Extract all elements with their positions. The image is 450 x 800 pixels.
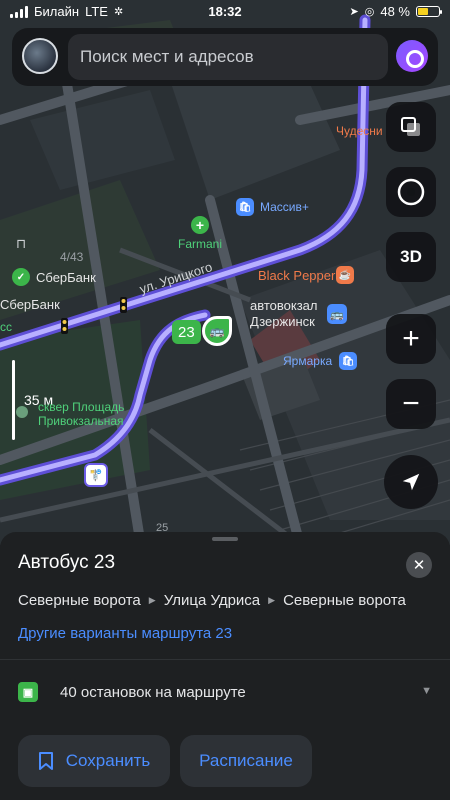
bus-stop-marker-icon[interactable]: 🚌 [202,316,232,346]
sheet-title: Автобус 23 [18,552,116,573]
bus-stops-icon: ▣ [18,682,38,702]
parking-icon: ⊓ [16,236,27,251]
poi-label-bus-station-2[interactable]: Дзержинск [250,314,315,329]
poi-label-black-pepper[interactable]: Black Pepper [258,268,335,283]
divider [0,659,450,660]
shop-icon[interactable]: 🛍 [236,198,254,216]
battery-icon [416,6,442,17]
poi-label-square[interactable]: сквер Площадь [38,400,124,414]
bookmark-icon [38,752,53,770]
navigation-arrow-icon [402,473,420,491]
shop-icon[interactable]: 🛍 [339,352,357,370]
poi-label-partial: сс [0,320,12,334]
save-label: Сохранить [65,751,151,770]
route-number-badge[interactable]: 23 [172,320,201,344]
close-button[interactable]: ✕ [406,552,432,578]
chevron-right-icon: ▶ [148,595,156,605]
voice-assistant-icon[interactable] [396,40,428,72]
poi-label-square-2[interactable]: Привокзальная [38,414,124,428]
bus-stop-icon[interactable]: 🚏 [84,463,108,487]
close-icon: ✕ [412,557,426,574]
map-scale-bar [12,360,15,440]
stops-row[interactable]: ▣ 40 остановок на маршруте [18,682,246,702]
sberbank-icon[interactable]: ✓ [12,268,30,286]
poi-label-farmani[interactable]: Farmani [178,237,222,251]
chevron-down-icon[interactable]: ▼ [421,685,432,697]
layers-icon [401,117,420,136]
route-stop: Северные ворота [18,592,141,609]
my-location-button[interactable] [384,455,438,509]
poi-label-chudesnitsa[interactable]: Чудесни [336,124,383,138]
route-stops: Северные ворота ▶ Улица Удриса ▶ Северны… [18,592,406,609]
poi-label-sberbank[interactable]: СберБанк [36,270,96,285]
sheet-grabber[interactable] [212,537,238,541]
poi-label-yarmarka[interactable]: Ярмарка [283,354,332,368]
house-number: 4/43 [60,250,84,264]
avatar[interactable] [22,38,58,74]
bus-station-icon[interactable]: 🚌 [327,304,347,324]
poi-label-massiv[interactable]: Массив+ [260,200,309,214]
schedule-label: Расписание [199,751,293,770]
battery-percent: 48 % [380,4,410,19]
poi-label-sberbank-2[interactable]: СберБанк [0,297,60,312]
location-arrow-icon: ➤ [349,6,359,18]
compass-icon [397,178,425,206]
save-button[interactable]: Сохранить [18,735,170,787]
stops-count: 40 остановок на маршруте [60,683,246,701]
route-stop: Улица Удриса [163,592,261,609]
poi-label-bus-station[interactable]: автовокзал [250,298,318,313]
other-variants-link[interactable]: Другие варианты маршрута 23 [18,625,232,642]
alarm-icon: ◎ [364,6,375,18]
layers-button[interactable] [386,102,436,152]
route-stop: Северные ворота [283,592,406,609]
schedule-button[interactable]: Расписание [180,735,312,787]
pharmacy-icon[interactable]: + [191,216,209,234]
cafe-icon[interactable]: ☕ [336,266,354,284]
search-input[interactable]: Поиск мест и адресов [68,34,388,80]
chevron-right-icon: ▶ [268,595,276,605]
search-bar: Поиск мест и адресов [12,28,438,86]
3d-button[interactable]: 3D [386,232,436,282]
compass-button[interactable] [386,167,436,217]
zoom-out-button[interactable]: − [386,379,436,429]
route-info-sheet: Автобус 23 ✕ Северные ворота ▶ Улица Удр… [0,532,450,800]
status-bar: Билайн LTE ✲ 18:32 ➤ ◎ 48 % [0,0,450,24]
zoom-in-button[interactable]: + [386,314,436,364]
